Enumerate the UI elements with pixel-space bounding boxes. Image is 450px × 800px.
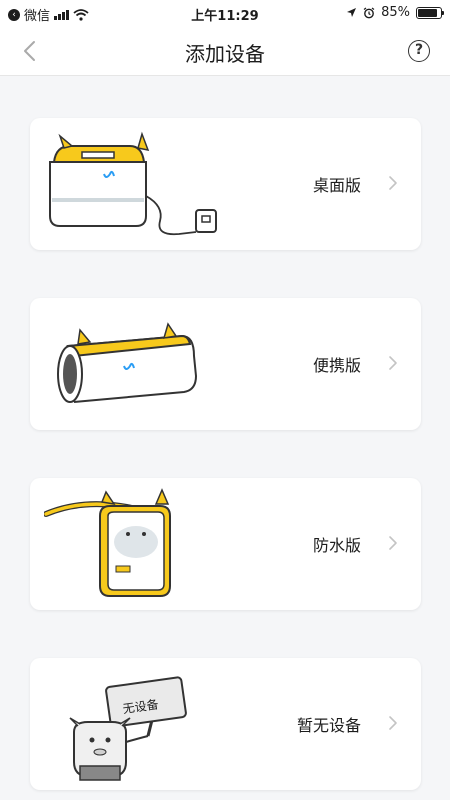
location-arrow-icon [347, 8, 357, 17]
device-label: 桌面版 [312, 176, 361, 195]
device-card-desktop[interactable]: 桌面版 [30, 118, 421, 250]
battery-percent: 85% [381, 5, 410, 20]
battery-icon [416, 6, 444, 19]
nav-bar: 添加设备 ? [0, 26, 450, 76]
device-label: 便携版 [312, 356, 361, 375]
waterproof-device-illustration [44, 488, 171, 597]
battery-fill [418, 8, 437, 17]
device-card-waterproof[interactable]: 防水版 [30, 478, 421, 610]
page-title: 添加设备 [185, 42, 265, 66]
alarm-icon [363, 7, 375, 18]
status-bar: ‹ 微信 上午11:29 85% [0, 0, 450, 26]
device-card-no-device[interactable]: 无设备 暂无设备 [30, 658, 421, 790]
device-card-portable[interactable]: 便携版 [30, 298, 421, 430]
device-label: 防水版 [312, 536, 361, 555]
device-label: 暂无设备 [296, 716, 361, 735]
help-button[interactable]: ? [408, 40, 430, 62]
chevron-right-icon [389, 716, 397, 730]
chevron-right-icon [389, 536, 397, 550]
chevron-right-icon [389, 176, 397, 190]
desktop-device-illustration [49, 131, 217, 236]
device-list: 桌面版 便携版 防水版 无设备 暂无设备 [30, 118, 421, 800]
no-device-mascot-illustration: 无设备 [69, 676, 187, 781]
status-right: 85% [346, 5, 444, 20]
chevron-right-icon [389, 356, 397, 370]
portable-device-illustration [57, 322, 198, 403]
